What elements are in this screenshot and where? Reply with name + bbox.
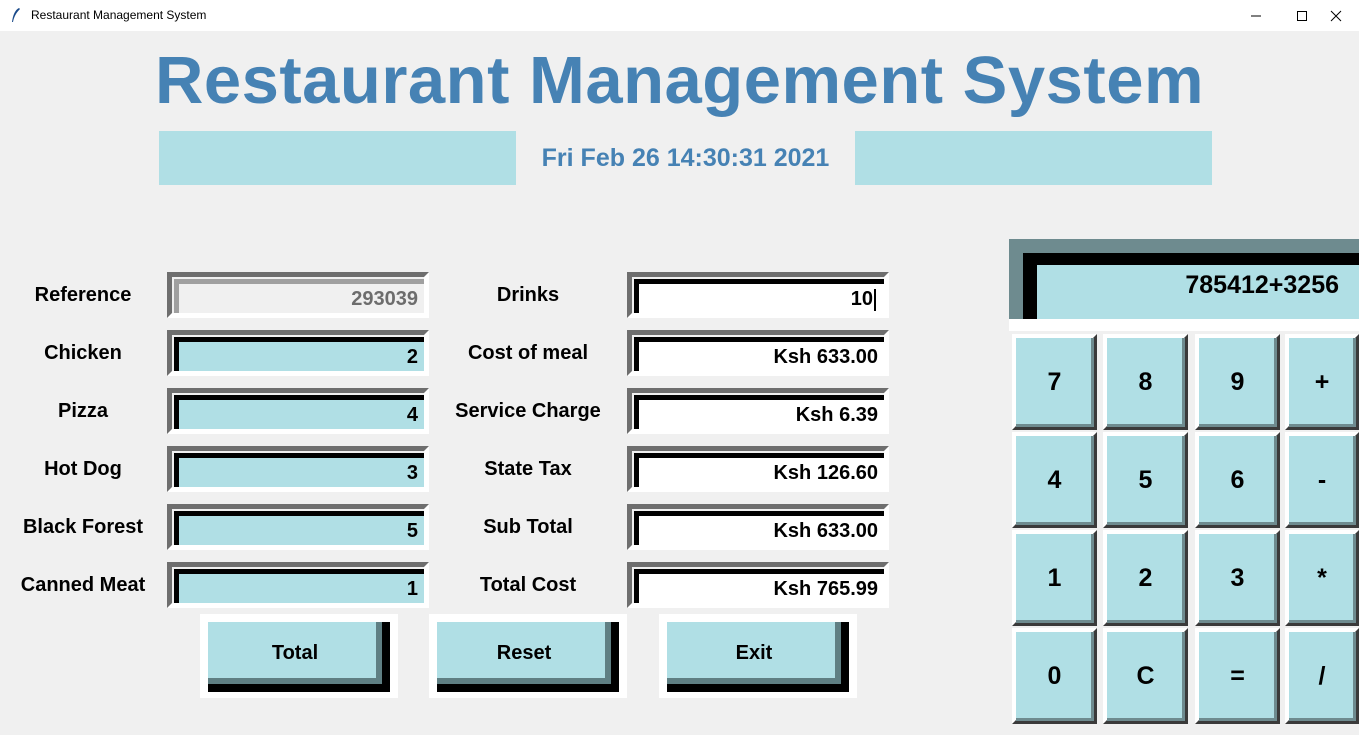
total-cost-label: Total Cost bbox=[479, 574, 577, 596]
reference-field: 293039 bbox=[167, 272, 429, 318]
state-tax-label: State Tax bbox=[484, 458, 572, 480]
drinks-value: 10 bbox=[850, 288, 873, 310]
sub-total-field[interactable]: Ksh 633.00 bbox=[627, 504, 889, 550]
feather-icon bbox=[12, 8, 20, 22]
chicken-field[interactable]: 2 bbox=[167, 330, 429, 376]
calc-key-equals[interactable]: = bbox=[1195, 628, 1280, 724]
black-forest-label: Black Forest bbox=[22, 516, 144, 538]
calc-key-plus[interactable]: + bbox=[1285, 334, 1359, 430]
hot-dog-field[interactable]: 3 bbox=[167, 446, 429, 492]
canned-meat-field[interactable]: 1 bbox=[167, 562, 429, 608]
reference-value: 293039 bbox=[174, 279, 424, 313]
exit-button-label: Exit bbox=[667, 622, 849, 692]
drinks-field[interactable]: 10 bbox=[627, 272, 889, 318]
calc-key-9[interactable]: 9 bbox=[1195, 334, 1280, 430]
calc-key-1[interactable]: 1 bbox=[1012, 530, 1097, 626]
chicken-label: Chicken bbox=[44, 342, 122, 364]
service-charge-value: Ksh 6.39 bbox=[634, 395, 884, 429]
calc-key-4[interactable]: 4 bbox=[1012, 432, 1097, 528]
exit-button[interactable]: Exit bbox=[659, 614, 857, 698]
cost-of-meal-field[interactable]: Ksh 633.00 bbox=[627, 330, 889, 376]
calc-key-7[interactable]: 7 bbox=[1012, 334, 1097, 430]
calc-key-2[interactable]: 2 bbox=[1103, 530, 1188, 626]
service-charge-field[interactable]: Ksh 6.39 bbox=[627, 388, 889, 434]
window-title: Restaurant Management System bbox=[31, 8, 207, 22]
calculator-divider bbox=[1009, 319, 1359, 331]
sub-total-value: Ksh 633.00 bbox=[634, 511, 884, 545]
calc-key-clear[interactable]: C bbox=[1103, 628, 1188, 724]
calc-key-6[interactable]: 6 bbox=[1195, 432, 1280, 528]
app-heading: Restaurant Management System bbox=[154, 43, 1205, 118]
text-caret bbox=[874, 288, 876, 311]
total-cost-field[interactable]: Ksh 765.99 bbox=[627, 562, 889, 608]
reset-button[interactable]: Reset bbox=[429, 614, 627, 698]
minimize-icon bbox=[1251, 15, 1261, 16]
sub-total-label: Sub Total bbox=[483, 516, 573, 538]
state-tax-value: Ksh 126.60 bbox=[634, 453, 884, 487]
drinks-label: Drinks bbox=[496, 284, 560, 306]
calc-key-8[interactable]: 8 bbox=[1103, 334, 1188, 430]
pizza-label: Pizza bbox=[57, 400, 109, 422]
hot-dog-label: Hot Dog bbox=[44, 458, 122, 480]
reference-label: Reference bbox=[34, 284, 132, 306]
calc-key-3[interactable]: 3 bbox=[1195, 530, 1280, 626]
black-forest-field[interactable]: 5 bbox=[167, 504, 429, 550]
calc-key-multiply[interactable]: * bbox=[1285, 530, 1359, 626]
black-forest-value: 5 bbox=[174, 511, 424, 545]
minimize-button[interactable] bbox=[1233, 0, 1279, 31]
chicken-value: 2 bbox=[174, 337, 424, 371]
maximize-icon bbox=[1297, 10, 1307, 21]
close-button[interactable] bbox=[1313, 0, 1359, 31]
hot-dog-value: 3 bbox=[174, 453, 424, 487]
drinks-input: 10 bbox=[634, 279, 884, 313]
total-button[interactable]: Total bbox=[200, 614, 398, 698]
pizza-value: 4 bbox=[174, 395, 424, 429]
header-band-left bbox=[159, 131, 516, 185]
cost-of-meal-label: Cost of meal bbox=[467, 342, 589, 364]
date-time-label: Fri Feb 26 14:30:31 2021 bbox=[541, 144, 830, 172]
total-button-label: Total bbox=[208, 622, 390, 692]
calc-key-5[interactable]: 5 bbox=[1103, 432, 1188, 528]
reset-button-label: Reset bbox=[437, 622, 619, 692]
calc-key-0[interactable]: 0 bbox=[1012, 628, 1097, 724]
canned-meat-label: Canned Meat bbox=[20, 574, 146, 596]
window-titlebar: Restaurant Management System bbox=[0, 0, 1359, 31]
cost-of-meal-value: Ksh 633.00 bbox=[634, 337, 884, 371]
header-band-right bbox=[855, 131, 1212, 185]
close-icon bbox=[1330, 10, 1342, 21]
calculator-display[interactable]: 785412+3256 bbox=[1023, 253, 1359, 319]
calc-key-minus[interactable]: - bbox=[1285, 432, 1359, 528]
total-cost-value: Ksh 765.99 bbox=[634, 569, 884, 603]
canned-meat-value: 1 bbox=[174, 569, 424, 603]
service-charge-label: Service Charge bbox=[455, 400, 601, 422]
calc-key-divide[interactable]: / bbox=[1285, 628, 1359, 724]
pizza-field[interactable]: 4 bbox=[167, 388, 429, 434]
state-tax-field[interactable]: Ksh 126.60 bbox=[627, 446, 889, 492]
